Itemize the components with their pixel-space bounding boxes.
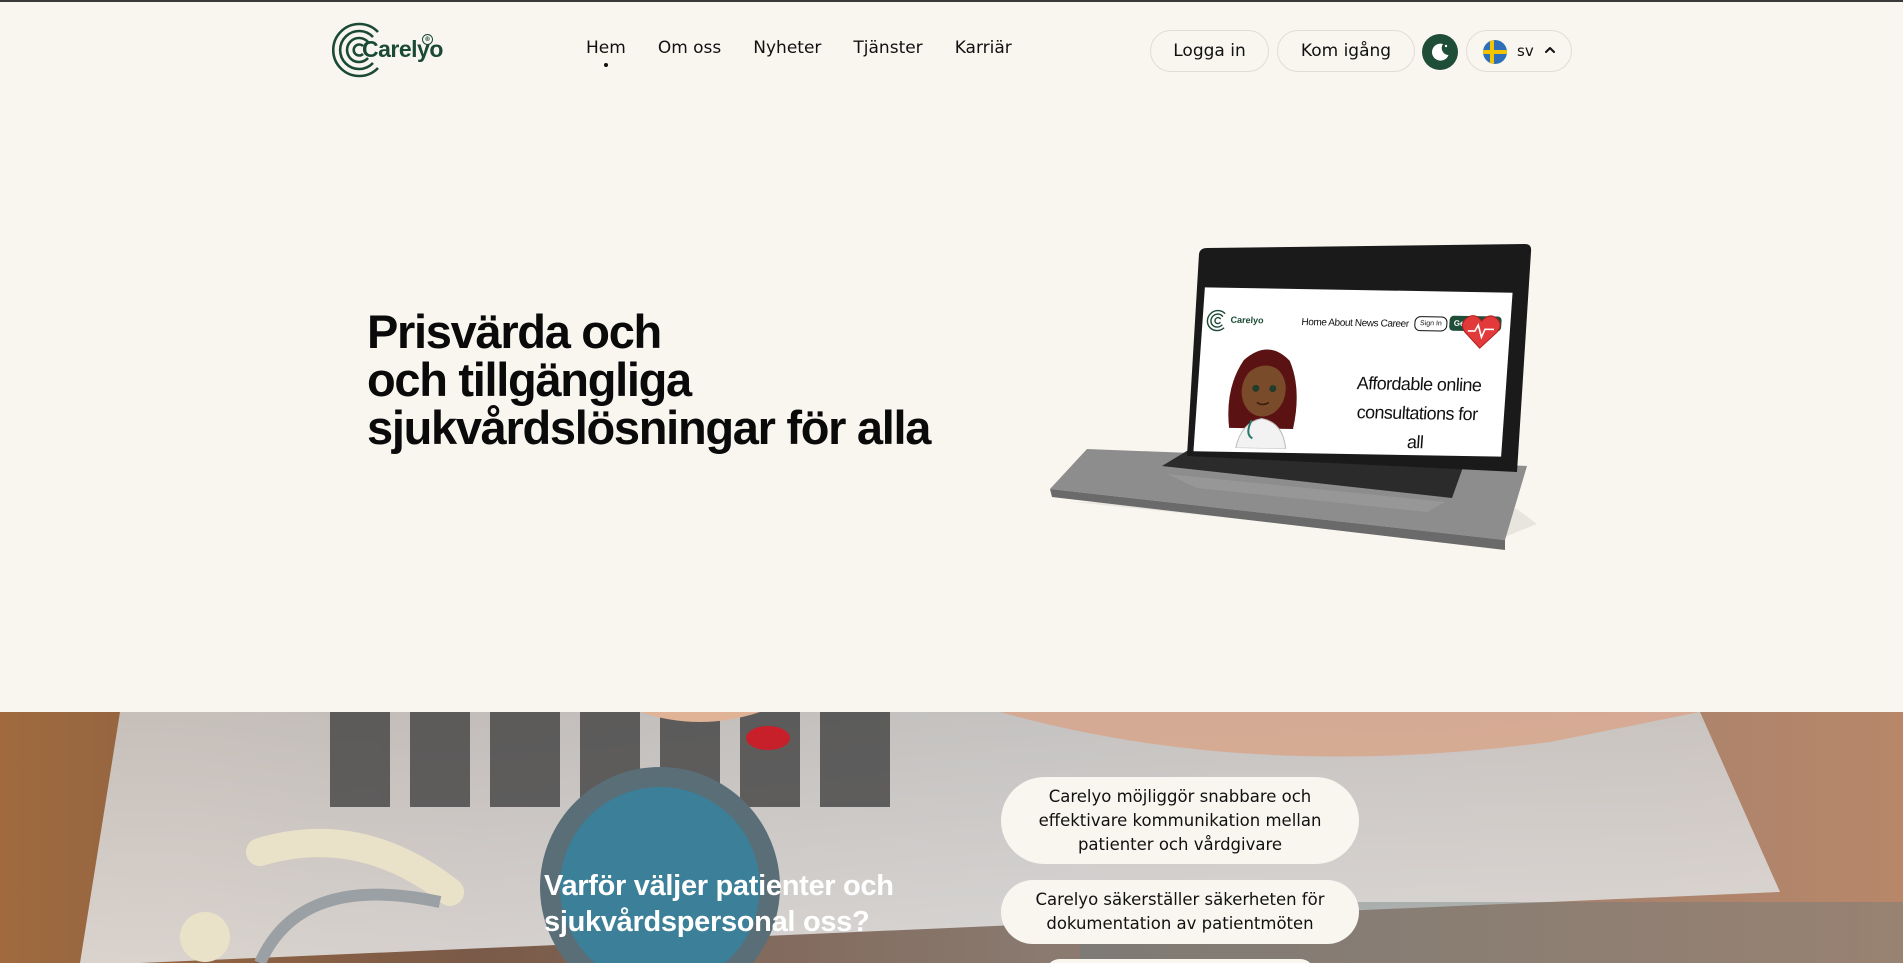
nav-item-services[interactable]: Tjänster	[853, 38, 922, 58]
moon-icon	[1432, 43, 1449, 61]
nav-item-career[interactable]: Karriär	[955, 38, 1012, 58]
language-code: sv	[1517, 42, 1534, 60]
language-selector[interactable]: sv	[1466, 30, 1572, 72]
nav-item-home[interactable]: Hem	[586, 38, 626, 67]
carelyo-logo[interactable]: Carelyo ®	[332, 20, 443, 80]
laptop-illustration: Carelyo Home About News Career Sign In G…	[1047, 244, 1537, 556]
mockup-logo: Carelyo	[1230, 314, 1264, 326]
heart-icon	[1462, 315, 1501, 349]
site-header: Carelyo ® Hem Om oss Nyheter Tjänster Ka…	[0, 2, 1903, 98]
sweden-flag-icon	[1483, 40, 1507, 64]
mockup-sign-in: Sign In	[1413, 316, 1448, 332]
benefit-card: Carelyo möjliggör snabbare och effektiva…	[1001, 777, 1359, 864]
main-nav: Hem Om oss Nyheter Tjänster Karriär	[586, 38, 1012, 67]
hero-title: Prisvärda och och tillgängliga sjukvårds…	[367, 308, 1027, 452]
chevron-up-icon	[1545, 47, 1555, 53]
login-button[interactable]: Logga in	[1150, 30, 1269, 72]
benefit-card-partial	[1045, 959, 1315, 963]
hero-title-line-1: Prisvärda och	[367, 305, 662, 358]
hero-title-line-3: sjukvårdslösningar för alla	[367, 401, 931, 454]
laptop-screen: Carelyo Home About News Career Sign In G…	[1193, 287, 1513, 457]
registered-mark: ®	[422, 34, 433, 45]
why-title: Varför väljer patienter och sjukvårdsper…	[544, 870, 894, 938]
get-started-button[interactable]: Kom igång	[1277, 30, 1415, 72]
mockup-tagline: Affordable online consultations for all	[1356, 373, 1483, 453]
nav-item-news[interactable]: Nyheter	[753, 38, 821, 58]
why-section: Varför väljer patienter och sjukvårdsper…	[0, 712, 1903, 963]
mockup-nav: Home About News Career	[1301, 317, 1410, 330]
nav-item-about[interactable]: Om oss	[658, 38, 721, 58]
theme-toggle-button[interactable]	[1422, 34, 1458, 70]
benefit-card: Carelyo säkerställer säkerheten för doku…	[1001, 880, 1359, 944]
hero-title-line-2: och tillgängliga	[367, 353, 692, 406]
background-photo	[0, 712, 1903, 963]
doctor-avatar-illustration	[1228, 349, 1297, 450]
